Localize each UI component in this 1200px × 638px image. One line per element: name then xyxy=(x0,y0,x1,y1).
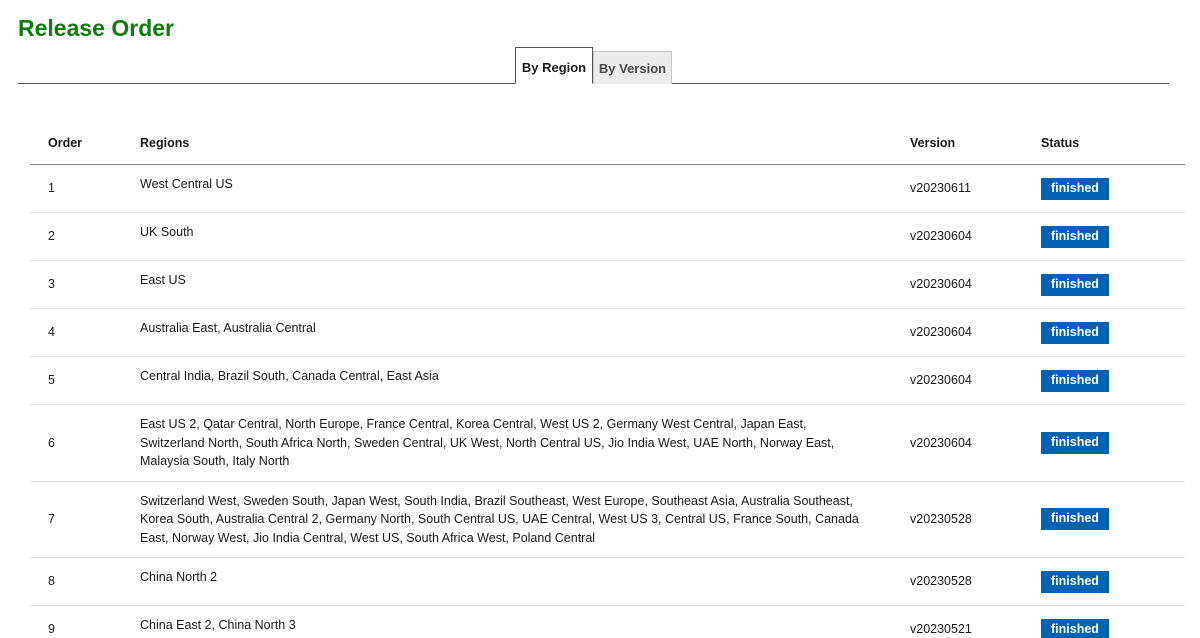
row-regions: China East 2, China North 3 xyxy=(122,605,892,638)
status-badge[interactable]: finished xyxy=(1041,177,1109,200)
column-header-regions: Regions xyxy=(122,122,892,165)
row-regions: East US xyxy=(122,260,892,309)
row-status-cell: finished xyxy=(1023,605,1185,638)
tab-by-region[interactable]: By Region xyxy=(515,47,593,84)
row-version: v20230604 xyxy=(892,260,1023,309)
row-order: 5 xyxy=(30,356,122,405)
row-regions: Australia East, Australia Central xyxy=(122,308,892,357)
release-order-table: Order Regions Version Status 1 West Cent… xyxy=(30,122,1185,638)
table-row: 9 China East 2, China North 3 v20230521 … xyxy=(30,605,1185,638)
row-status-cell: finished xyxy=(1023,164,1185,213)
row-regions: China North 2 xyxy=(122,557,892,606)
row-version: v20230604 xyxy=(892,308,1023,357)
status-badge[interactable]: finished xyxy=(1041,508,1109,531)
table-row: 1 West Central US v20230611 finished xyxy=(30,164,1185,213)
row-order: 9 xyxy=(30,605,122,638)
row-status-cell: finished xyxy=(1023,308,1185,357)
table-row: 8 China North 2 v20230528 finished xyxy=(30,557,1185,606)
status-badge[interactable]: finished xyxy=(1041,273,1109,296)
status-badge[interactable]: finished xyxy=(1041,431,1109,454)
row-version: v20230521 xyxy=(892,605,1023,638)
table-row: 3 East US v20230604 finished xyxy=(30,260,1185,309)
row-status-cell: finished xyxy=(1023,557,1185,606)
row-order: 4 xyxy=(30,308,122,357)
row-order: 1 xyxy=(30,164,122,213)
row-version: v20230528 xyxy=(892,557,1023,606)
row-status-cell: finished xyxy=(1023,260,1185,309)
status-badge[interactable]: finished xyxy=(1041,618,1109,638)
row-regions: UK South xyxy=(122,212,892,261)
column-header-version: Version xyxy=(892,122,1023,165)
row-order: 2 xyxy=(30,212,122,261)
row-version: v20230604 xyxy=(892,212,1023,261)
row-order: 7 xyxy=(30,481,122,558)
status-badge[interactable]: finished xyxy=(1041,570,1109,593)
table-header-row: Order Regions Version Status xyxy=(30,122,1185,165)
row-regions: Central India, Brazil South, Canada Cent… xyxy=(122,356,892,405)
row-regions: East US 2, Qatar Central, North Europe, … xyxy=(122,404,892,482)
table-row: 7 Switzerland West, Sweden South, Japan … xyxy=(30,481,1185,558)
row-status-cell: finished xyxy=(1023,481,1185,558)
page-title: Release Order xyxy=(18,15,174,41)
table-row: 5 Central India, Brazil South, Canada Ce… xyxy=(30,356,1185,405)
release-order-page: Release Order By Region By Version Order… xyxy=(0,0,1200,638)
status-badge[interactable]: finished xyxy=(1041,321,1109,344)
row-version: v20230604 xyxy=(892,356,1023,405)
row-version: v20230611 xyxy=(892,164,1023,213)
status-badge[interactable]: finished xyxy=(1041,369,1109,392)
row-status-cell: finished xyxy=(1023,356,1185,405)
row-order: 8 xyxy=(30,557,122,606)
tab-by-version[interactable]: By Version xyxy=(593,51,672,84)
table-row: 2 UK South v20230604 finished xyxy=(30,212,1185,261)
row-version: v20230604 xyxy=(892,404,1023,482)
table-row: 4 Australia East, Australia Central v202… xyxy=(30,308,1185,357)
row-status-cell: finished xyxy=(1023,404,1185,482)
row-status-cell: finished xyxy=(1023,212,1185,261)
status-badge[interactable]: finished xyxy=(1041,225,1109,248)
row-order: 3 xyxy=(30,260,122,309)
column-header-order: Order xyxy=(30,122,122,165)
tab-bar: By Region By Version xyxy=(18,46,1169,84)
column-header-status: Status xyxy=(1023,122,1185,165)
row-regions: West Central US xyxy=(122,164,892,213)
row-order: 6 xyxy=(30,404,122,482)
row-version: v20230528 xyxy=(892,481,1023,558)
table-row: 6 East US 2, Qatar Central, North Europe… xyxy=(30,404,1185,482)
row-regions: Switzerland West, Sweden South, Japan We… xyxy=(122,481,892,558)
